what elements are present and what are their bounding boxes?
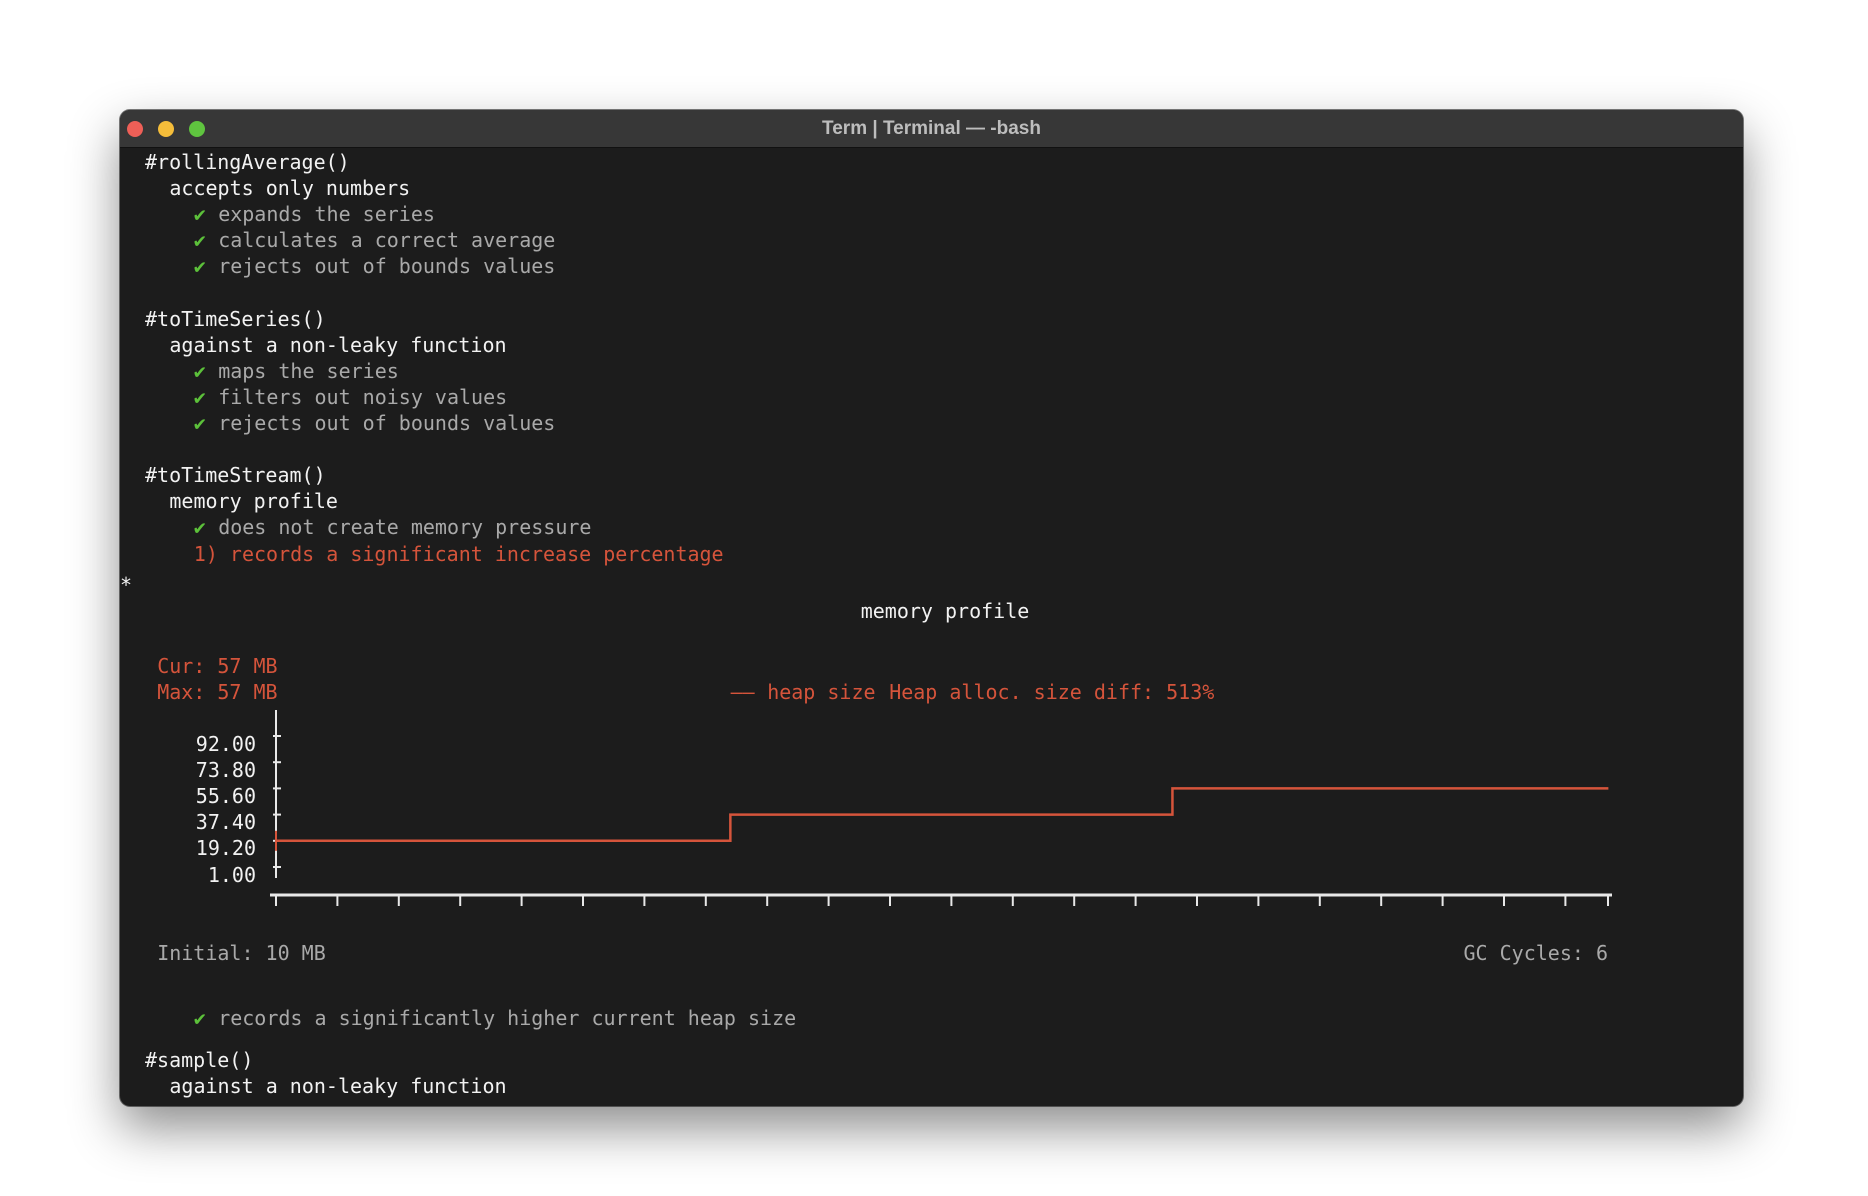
heap-size-line	[276, 787, 1609, 843]
terminal-window: Term | Terminal — -bash #rollingAverage(…	[120, 110, 1743, 1106]
memory-profile-chart	[270, 710, 1612, 906]
